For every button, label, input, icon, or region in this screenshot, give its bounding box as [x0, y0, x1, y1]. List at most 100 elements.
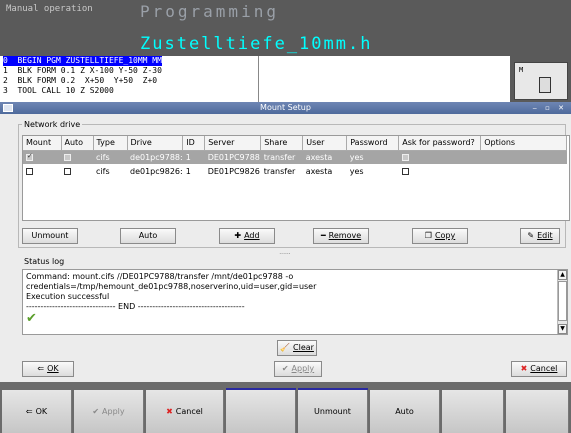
program-line[interactable]: 0 BEGIN PGM ZUSTELLTIEFE_10MM MM	[3, 56, 162, 66]
column-header[interactable]: ID	[182, 136, 206, 151]
dialog-title-bar: Mount Setup ‒ ▫ ✕	[0, 102, 571, 114]
cancel-icon: ✖	[520, 364, 528, 373]
id-cell: 1	[185, 166, 191, 176]
edit-label: Edit	[537, 231, 553, 240]
table-header-row: Mount Auto Type Drive ID Server Share Us…	[23, 136, 568, 151]
splitter-handle[interactable]: ······	[270, 251, 300, 258]
auto-button[interactable]: Auto	[120, 228, 176, 244]
user-cell: axesta	[302, 150, 347, 164]
share-cell: transfer	[260, 150, 303, 164]
dialog-ok-label: OK	[47, 364, 59, 373]
edit-icon: ✎	[527, 231, 535, 240]
ask-password-checkbox[interactable]	[401, 153, 409, 161]
softkey-empty[interactable]	[226, 390, 296, 433]
auto-checkbox[interactable]	[64, 167, 71, 175]
scroll-up-arrow-icon[interactable]: ▲	[558, 270, 567, 280]
ask-password-checkbox[interactable]	[401, 167, 409, 175]
apply-icon: ✔	[92, 407, 100, 416]
column-header[interactable]: User	[302, 136, 348, 151]
remove-button[interactable]: ━ Remove	[313, 228, 369, 244]
softkey-cancel-label: Cancel	[175, 407, 203, 416]
softkey-empty[interactable]	[442, 390, 504, 433]
softkey-cancel[interactable]: ✖ Cancel	[146, 390, 224, 433]
server-cell: DE01PC9788	[204, 150, 261, 164]
column-header[interactable]: Ask for password?	[398, 136, 482, 151]
column-header[interactable]: Auto	[61, 136, 94, 151]
network-drive-label: Network drive	[22, 120, 83, 129]
server-cell: DE01PC9826	[207, 166, 260, 176]
password-cell: yes	[349, 166, 364, 176]
softkey-auto-label: Auto	[395, 407, 414, 416]
auto-checkbox[interactable]	[64, 153, 71, 161]
network-drive-table: Mount Auto Type Drive ID Server Share Us…	[22, 135, 570, 221]
ok-icon: ⇐	[37, 364, 45, 373]
scroll-down-arrow-icon[interactable]: ▼	[558, 324, 567, 334]
column-header[interactable]: Password	[346, 136, 400, 151]
m-label: M	[519, 66, 524, 74]
ok-icon: ⇐	[25, 407, 33, 416]
dialog-title: Mount Setup	[260, 103, 311, 112]
program-line[interactable]: 1 BLK FORM 0.1 Z X-100 Y-50 Z-30	[3, 66, 258, 76]
column-header[interactable]: Server	[204, 136, 262, 151]
table-row[interactable]: cifs de01pc9788: 1 DE01PC9788 transfer a…	[23, 150, 567, 164]
log-line: ------------------------------- END ----…	[26, 302, 245, 311]
dialog-ok-button[interactable]: ⇐ OK	[22, 361, 74, 377]
machine-mode-label: Manual operation	[6, 4, 93, 14]
program-filename: Zustelltiefe_10mm.h	[140, 34, 373, 54]
status-log-area[interactable]: Command: mount.cifs //DE01PC9788/transfe…	[22, 269, 568, 335]
cancel-icon: ✖	[166, 407, 173, 416]
drive-cell: de01pc9788:	[127, 150, 183, 164]
key-icon	[539, 77, 551, 93]
dialog-apply-label: Apply	[291, 364, 315, 373]
copy-label: Copy	[434, 231, 456, 240]
dialog-cancel-button[interactable]: ✖ Cancel	[511, 361, 567, 377]
column-header[interactable]: Options	[480, 136, 568, 151]
softkey-unmount[interactable]: Unmount	[298, 390, 368, 433]
log-line: Command: mount.cifs //DE01PC9788/transfe…	[26, 272, 317, 291]
program-line[interactable]: 3 TOOL CALL 10 Z S2000	[3, 86, 258, 96]
scroll-thumb[interactable]	[558, 281, 567, 321]
drive-cell: de01pc9826:	[130, 166, 183, 176]
mount-checkbox[interactable]	[26, 152, 33, 161]
program-line[interactable]: 2 BLK FORM 0.2 X+50 Y+50 Z+0	[3, 76, 258, 86]
password-cell: yes	[346, 150, 399, 164]
softkey-ok[interactable]: ⇐ OK	[2, 390, 72, 433]
copy-icon: ❐	[424, 231, 432, 240]
options-cell	[480, 150, 567, 164]
dialog-apply-button[interactable]: ✔ Apply	[274, 361, 322, 377]
log-scrollbar[interactable]: ▲ ▼	[557, 270, 567, 334]
softkey-empty[interactable]	[506, 390, 569, 433]
window-icon	[3, 104, 13, 112]
column-header[interactable]: Mount	[23, 136, 62, 151]
success-check-icon: ✔	[26, 311, 37, 326]
softkey-bar: ⇐ OK ✔ Apply ✖ Cancel Unmount Auto	[0, 382, 571, 433]
unmount-button[interactable]: Unmount	[22, 228, 78, 244]
program-listing: 0 BEGIN PGM ZUSTELLTIEFE_10MM MM 1 BLK F…	[0, 56, 258, 102]
window-controls[interactable]: ‒ ▫ ✕	[532, 102, 567, 114]
add-icon: ✚	[234, 231, 242, 240]
type-cell: cifs	[93, 150, 127, 164]
add-label: Add	[244, 231, 260, 240]
options-cell	[481, 164, 567, 178]
edit-button[interactable]: ✎ Edit	[520, 228, 560, 244]
mount-checkbox[interactable]	[26, 167, 33, 175]
table-row[interactable]: cifs de01pc9826: 1 DE01PC9826 transfer a…	[23, 164, 567, 178]
status-log-label: Status log	[22, 257, 67, 266]
add-button[interactable]: ✚ Add	[219, 228, 275, 244]
clear-button[interactable]: 🧹 Clear	[277, 340, 317, 356]
column-header[interactable]: Share	[260, 136, 304, 151]
softkey-auto[interactable]: Auto	[370, 390, 440, 433]
clear-label: Clear	[293, 343, 314, 352]
apply-icon: ✔	[281, 364, 289, 373]
softkey-apply[interactable]: ✔ Apply	[74, 390, 144, 433]
softkey-ok-label: OK	[35, 407, 48, 416]
copy-button[interactable]: ❐ Copy	[412, 228, 468, 244]
remove-label: Remove	[328, 231, 362, 240]
column-header[interactable]: Drive	[127, 136, 184, 151]
user-cell: axesta	[305, 166, 333, 176]
remove-icon: ━	[320, 231, 326, 240]
unmount-label: Unmount	[31, 231, 69, 240]
m-function-box: M	[514, 62, 568, 100]
column-header[interactable]: Type	[93, 136, 128, 151]
clear-icon: 🧹	[280, 343, 291, 352]
